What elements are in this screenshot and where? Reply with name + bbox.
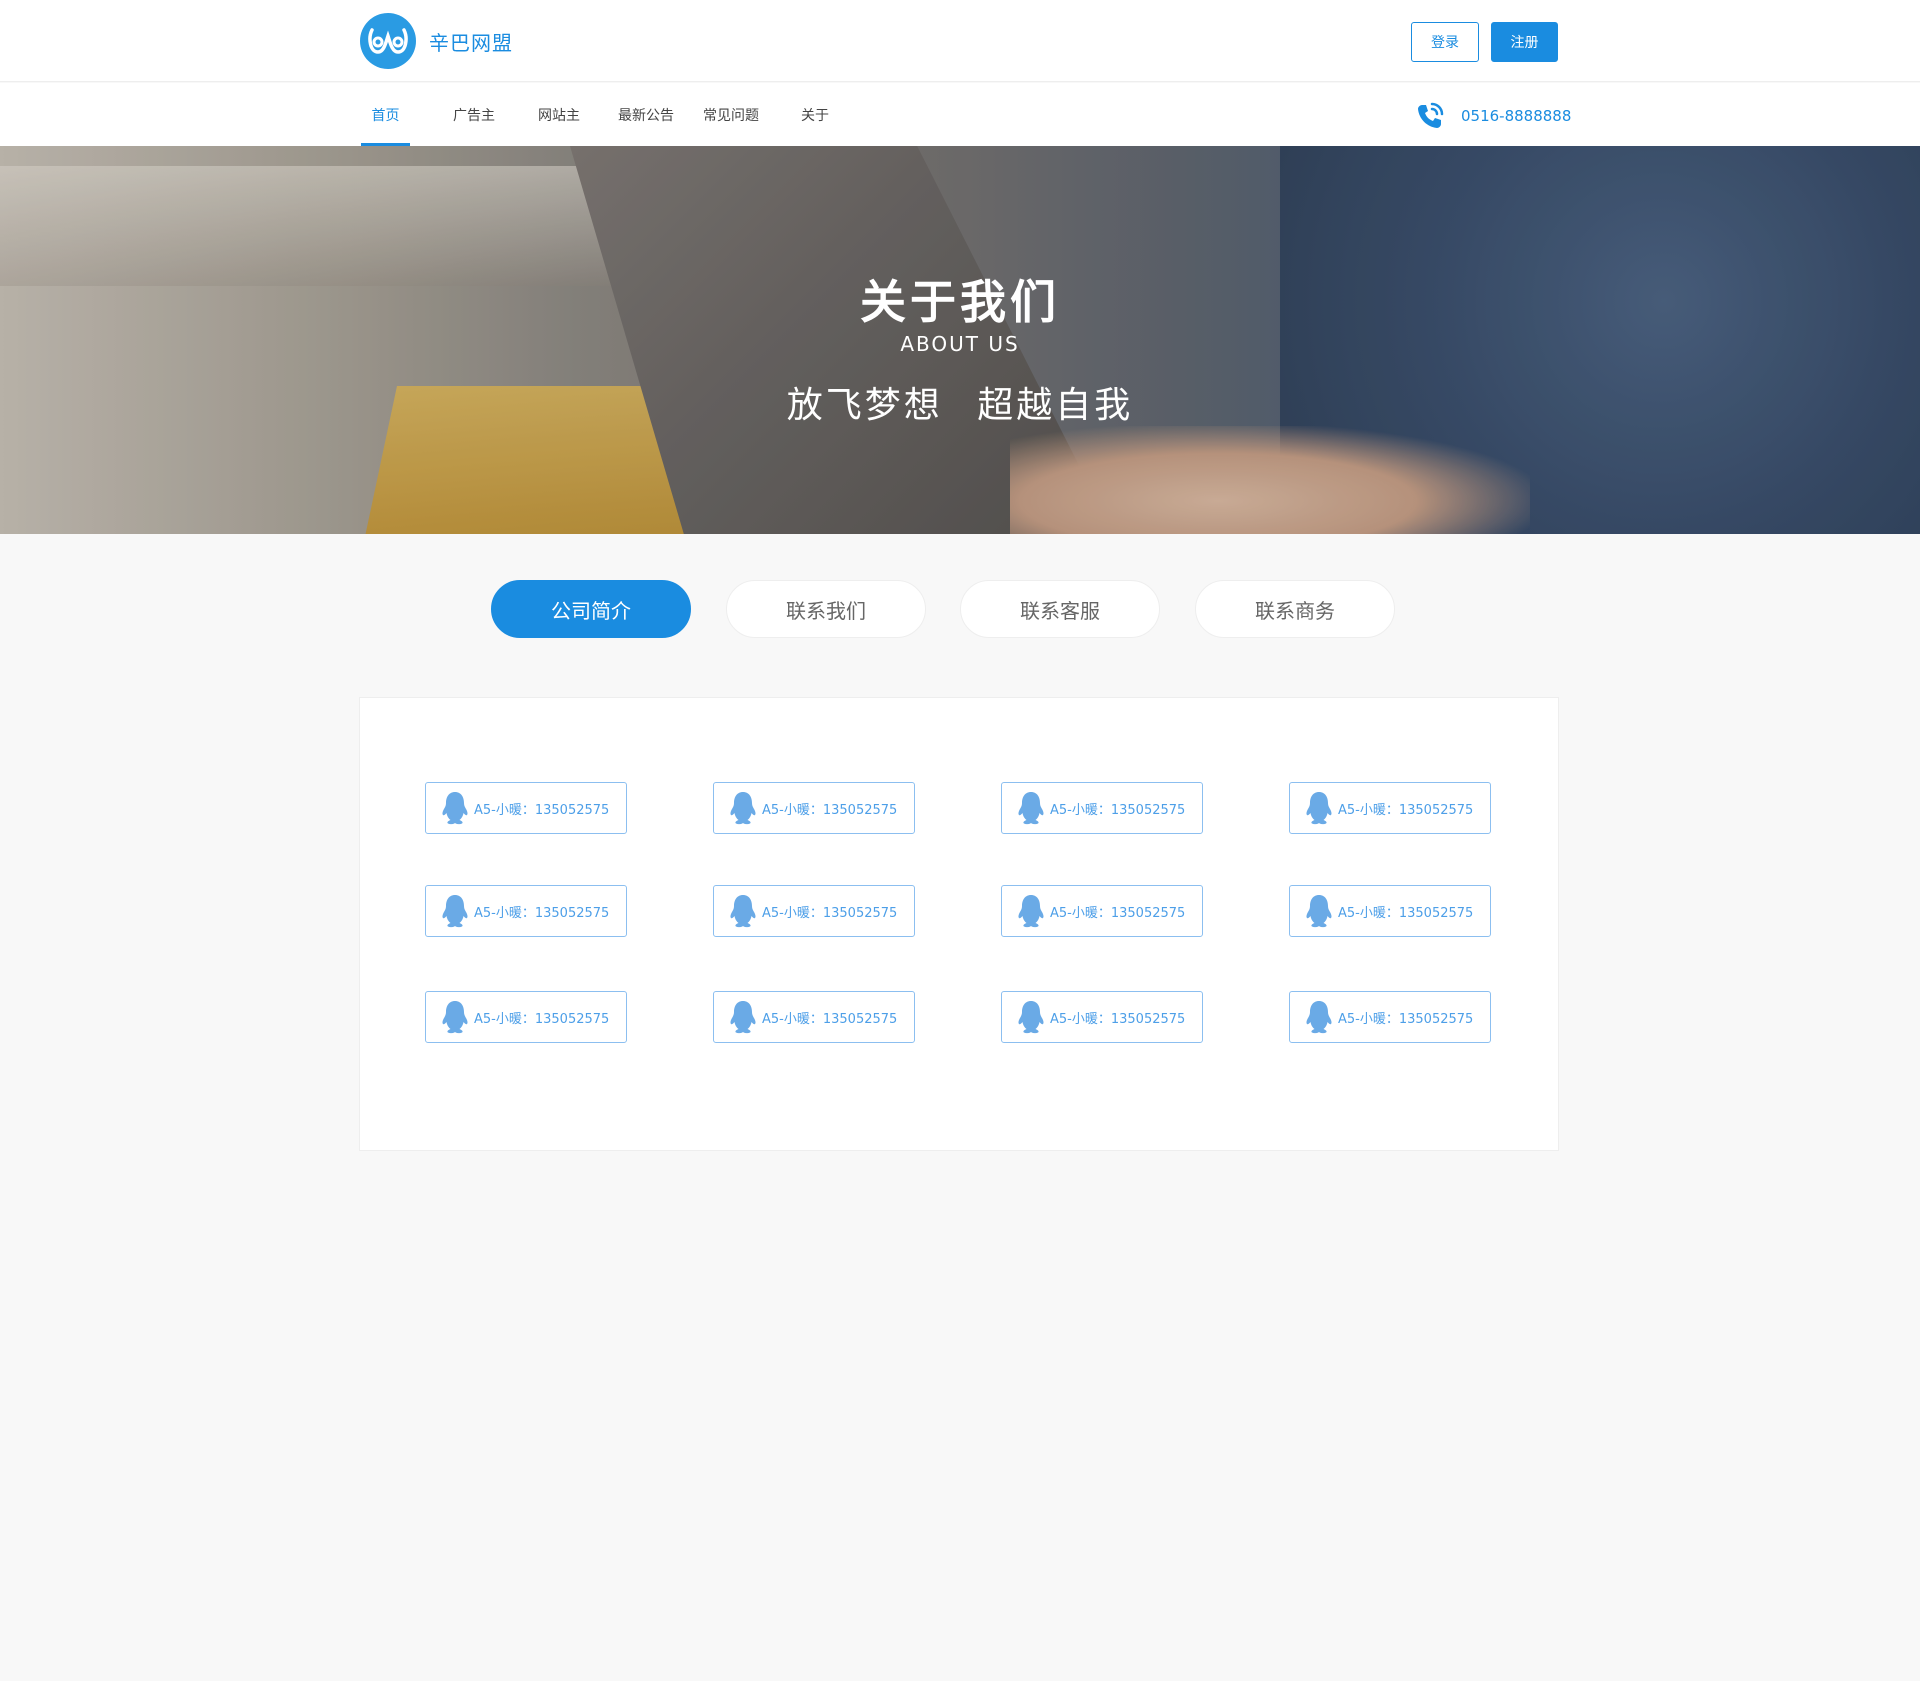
- qq-contact-button[interactable]: A5-小暖：135052575: [713, 885, 915, 937]
- tab-contact-us[interactable]: 联系我们: [726, 580, 926, 638]
- qq-penguin-icon: [1306, 1001, 1332, 1034]
- qq-penguin-icon: [1018, 1001, 1044, 1034]
- nav-item-faq[interactable]: 常见问题: [699, 83, 763, 146]
- phone-contact: 0516-8888888: [1413, 99, 1571, 133]
- site-logo[interactable]: 辛巴网盟: [360, 12, 513, 70]
- qq-contact-label: A5-小暖：135052575: [762, 905, 898, 921]
- top-header: 辛巴网盟 登录 注册: [0, 0, 1920, 82]
- phone-icon: [1418, 102, 1444, 128]
- qq-contact-button[interactable]: A5-小暖：135052575: [1289, 885, 1491, 937]
- qq-contact-label: A5-小暖：135052575: [1338, 905, 1474, 921]
- qq-contact-label: A5-小暖：135052575: [1050, 802, 1186, 818]
- nav-item-advertiser[interactable]: 广告主: [447, 83, 501, 146]
- nav-item-home[interactable]: 首页: [361, 83, 410, 146]
- tab-customer-service[interactable]: 联系客服: [960, 580, 1160, 638]
- nav-item-about[interactable]: 关于: [795, 83, 835, 146]
- tab-company-intro[interactable]: 公司简介: [491, 580, 691, 638]
- qq-penguin-icon: [442, 1001, 468, 1034]
- login-button[interactable]: 登录: [1411, 22, 1479, 62]
- qq-penguin-icon: [1018, 792, 1044, 825]
- phone-number: 0516-8888888: [1461, 107, 1572, 125]
- hero-banner: 关于我们 ABOUT US 放飞梦想 超越自我: [0, 146, 1920, 534]
- qq-penguin-icon: [1018, 895, 1044, 928]
- qq-contact-label: A5-小暖：135052575: [1338, 802, 1474, 818]
- qq-contact-label: A5-小暖：135052575: [1050, 1011, 1186, 1027]
- banner-title: 关于我们: [860, 275, 1060, 329]
- qq-contact-button[interactable]: A5-小暖：135052575: [1001, 782, 1203, 834]
- qq-contact-button[interactable]: A5-小暖：135052575: [1289, 991, 1491, 1043]
- banner-slogan: 放飞梦想 超越自我: [786, 385, 1134, 426]
- qq-contact-label: A5-小暖：135052575: [1050, 905, 1186, 921]
- qq-contact-label: A5-小暖：135052575: [474, 1011, 610, 1027]
- logo-mark-icon: [360, 13, 416, 69]
- qq-penguin-icon: [730, 1001, 756, 1034]
- banner-subtitle: ABOUT US: [900, 332, 1020, 356]
- main-nav: 首页 广告主 网站主 最新公告 常见问题 关于 0516-8888888: [0, 83, 1920, 146]
- qq-penguin-icon: [442, 792, 468, 825]
- qq-contact-button[interactable]: A5-小暖：135052575: [713, 991, 915, 1043]
- qq-penguin-icon: [730, 895, 756, 928]
- qq-penguin-icon: [1306, 792, 1332, 825]
- about-tabs: 公司简介 联系我们 联系客服 联系商务: [0, 580, 1920, 638]
- qq-contact-button[interactable]: A5-小暖：135052575: [1289, 782, 1491, 834]
- qq-penguin-icon: [730, 792, 756, 825]
- qq-contact-label: A5-小暖：135052575: [1338, 1011, 1474, 1027]
- qq-penguin-icon: [442, 895, 468, 928]
- qq-contact-button[interactable]: A5-小暖：135052575: [425, 782, 627, 834]
- qq-contact-label: A5-小暖：135052575: [474, 905, 610, 921]
- qq-contact-button[interactable]: A5-小暖：135052575: [425, 885, 627, 937]
- qq-contact-button[interactable]: A5-小暖：135052575: [1001, 991, 1203, 1043]
- nav-item-announcements[interactable]: 最新公告: [614, 83, 678, 146]
- logo-text: 辛巴网盟: [429, 30, 513, 55]
- contact-panel: A5-小暖：135052575 A5-小暖：135052575 A5-小暖：1350…: [359, 697, 1559, 1151]
- tab-business-contact[interactable]: 联系商务: [1195, 580, 1395, 638]
- qq-contact-label: A5-小暖：135052575: [762, 1011, 898, 1027]
- qq-penguin-icon: [1306, 895, 1332, 928]
- qq-contact-button[interactable]: A5-小暖：135052575: [713, 782, 915, 834]
- qq-contact-label: A5-小暖：135052575: [762, 802, 898, 818]
- nav-item-publisher[interactable]: 网站主: [532, 83, 586, 146]
- qq-contact-label: A5-小暖：135052575: [474, 802, 610, 818]
- qq-contact-button[interactable]: A5-小暖：135052575: [1001, 885, 1203, 937]
- register-button[interactable]: 注册: [1491, 22, 1558, 62]
- qq-contact-button[interactable]: A5-小暖：135052575: [425, 991, 627, 1043]
